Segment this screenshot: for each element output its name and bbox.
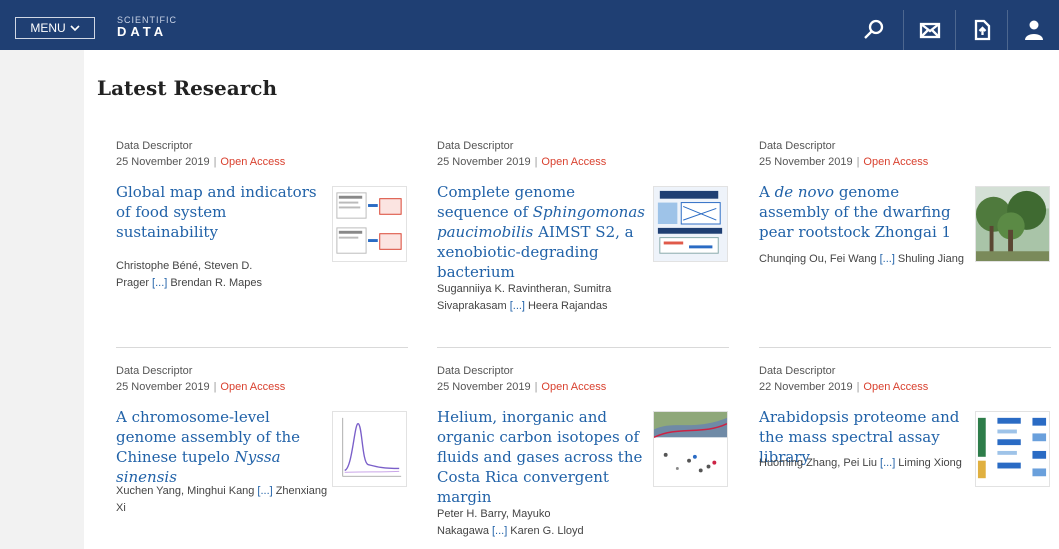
site-logo[interactable]: SCIENTIFIC DATA (117, 15, 177, 39)
title-segment: Helium, inorganic and organic carbon iso… (437, 408, 643, 506)
menu-label: MENU (30, 21, 66, 35)
authors-expand-link[interactable]: [...] (492, 525, 507, 537)
article-type: Data Descriptor (759, 365, 836, 377)
meta-separator: | (856, 381, 860, 393)
article-card: Data Descriptor 25 November 2019 | Open Acc… (437, 138, 737, 312)
article-date-line: 25 November 2019 | Open Access (437, 154, 737, 170)
article-title-link[interactable]: A chromosome-level genome assembly of th… (116, 407, 326, 487)
meta-separator: | (534, 381, 538, 393)
open-access-label: Open Access (863, 156, 929, 168)
authors-last: Heera Rajandas (527, 300, 608, 312)
row-divider (437, 347, 729, 348)
article-authors: Huoming Zhang, Pei Liu [...] Liming Xiong (759, 455, 974, 472)
article-thumbnail[interactable] (332, 186, 407, 262)
article-date-line: 25 November 2019 | Open Access (116, 379, 416, 395)
article-card: Data Descriptor 25 November 2019 | Open Acc… (759, 138, 1059, 265)
logo-bottom-text: DATA (117, 24, 168, 39)
article-authors: Peter H. Barry, Mayuko Nakagawa [...] Kare… (437, 506, 652, 540)
article-thumbnail[interactable] (653, 186, 728, 262)
chevron-down-icon (70, 25, 80, 32)
article-title-link[interactable]: A de novo genome assembly of the dwarfin… (759, 182, 969, 242)
article-type: Data Descriptor (116, 140, 193, 152)
title-segment: de novo (774, 183, 835, 201)
meta-separator: | (213, 381, 217, 393)
authors-last: Karen G. Lloyd (510, 525, 584, 537)
authors-expand-link[interactable]: [...] (880, 253, 895, 265)
search-icon (864, 19, 884, 39)
article-date: 25 November 2019 (759, 156, 853, 168)
article-type: Data Descriptor (116, 365, 193, 377)
authors-expand-link[interactable]: [...] (880, 457, 895, 469)
article-date: 25 November 2019 (116, 156, 210, 168)
top-navigation-bar: MENU SCIENTIFIC DATA (0, 0, 1059, 50)
article-title-link[interactable]: Global map and indicators of food system… (116, 182, 326, 242)
article-date: 25 November 2019 (437, 381, 531, 393)
article-thumbnail[interactable] (975, 186, 1050, 262)
article-type: Data Descriptor (437, 140, 514, 152)
article-authors: Chunqing Ou, Fei Wang [...] Shuling Jiang (759, 251, 974, 268)
open-access-label: Open Access (220, 381, 286, 393)
account-icon (1024, 20, 1043, 40)
article-card: Data Descriptor 25 November 2019 | Open Acc… (116, 363, 416, 514)
email-alert-button[interactable] (903, 10, 955, 50)
article-date: 25 November 2019 (116, 381, 210, 393)
title-segment: Global map and indicators of food system… (116, 183, 317, 241)
main-content: Latest Research Data Descriptor 25 Novemb… (84, 50, 1059, 549)
open-access-label: Open Access (541, 156, 607, 168)
article-date-line: 22 November 2019 | Open Access (759, 379, 1059, 395)
submit-manuscript-button[interactable] (955, 10, 1007, 50)
authors-first: Huoming Zhang, Pei Liu (759, 457, 878, 469)
open-access-label: Open Access (220, 156, 286, 168)
search-button[interactable] (845, 10, 903, 50)
row-divider (116, 347, 408, 348)
meta-separator: | (213, 156, 217, 168)
authors-last: Liming Xiong (898, 457, 962, 469)
title-segment: A (759, 183, 775, 201)
menu-button[interactable]: MENU (15, 17, 95, 39)
authors-first: Chunqing Ou, Fei Wang (759, 253, 877, 265)
account-button[interactable] (1007, 10, 1059, 50)
article-title-link[interactable]: Complete genome sequence of Sphingomonas… (437, 182, 647, 282)
meta-separator: | (856, 156, 860, 168)
article-authors: Christophe Béné, Steven D. Prager [...] Br… (116, 258, 331, 292)
article-card: Data Descriptor 25 November 2019 | Open Acc… (116, 138, 416, 289)
submit-icon (974, 19, 990, 41)
article-date-line: 25 November 2019 | Open Access (759, 154, 1059, 170)
article-thumbnail[interactable] (653, 411, 728, 487)
open-access-label: Open Access (541, 381, 607, 393)
authors-first: Xuchen Yang, Minghui Kang (116, 485, 255, 497)
page-heading: Latest Research (97, 76, 277, 100)
authors-expand-link[interactable]: [...] (152, 277, 167, 289)
article-date: 25 November 2019 (437, 156, 531, 168)
article-card: Data Descriptor 22 November 2019 | Open Acc… (759, 363, 1059, 487)
authors-expand-link[interactable]: [...] (257, 485, 272, 497)
article-date: 22 November 2019 (759, 381, 853, 393)
article-thumbnail[interactable] (975, 411, 1050, 487)
meta-separator: | (534, 156, 538, 168)
authors-last: Brendan R. Mapes (170, 277, 263, 289)
article-authors: Suganniiya K. Ravintheran, Sumitra Sivap… (437, 281, 652, 315)
row-divider (759, 347, 1051, 348)
article-type: Data Descriptor (759, 140, 836, 152)
article-authors: Xuchen Yang, Minghui Kang [...] Zhenxiang … (116, 483, 331, 517)
authors-last: Shuling Jiang (897, 253, 964, 265)
article-card: Data Descriptor 25 November 2019 | Open Acc… (437, 363, 737, 537)
article-type: Data Descriptor (437, 365, 514, 377)
article-date-line: 25 November 2019 | Open Access (116, 154, 416, 170)
authors-expand-link[interactable]: [...] (510, 300, 525, 312)
article-date-line: 25 November 2019 | Open Access (437, 379, 737, 395)
article-title-link[interactable]: Helium, inorganic and organic carbon iso… (437, 407, 647, 507)
mail-icon (919, 22, 940, 39)
article-thumbnail[interactable] (332, 411, 407, 487)
header-icon-group (845, 10, 1059, 50)
open-access-label: Open Access (863, 381, 929, 393)
